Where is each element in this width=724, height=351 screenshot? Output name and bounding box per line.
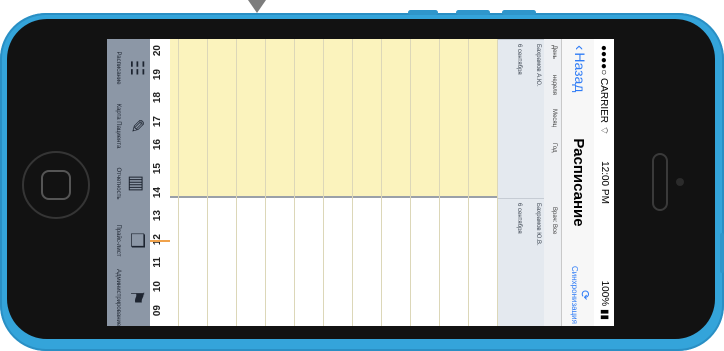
grid-line [236, 39, 237, 326]
hour-label: 20 [152, 45, 163, 57]
hour-label: 17 [152, 115, 163, 127]
refresh-icon: ⟳ [578, 289, 592, 301]
top-marker [248, 0, 266, 13]
doctor-column-headers: Бахрамов А.Ю. 6 сентября Бахрамов Ю.В. 6… [497, 39, 544, 326]
hour-ruler: 091011121314151617181920 [150, 39, 170, 326]
column-header-doctor-2[interactable]: Бахрамов Ю.В. 6 сентября [498, 198, 544, 326]
grid-line [207, 39, 208, 326]
hour-label: 19 [152, 68, 163, 80]
column-doctor-name: Бахрамов А.Ю. [535, 44, 541, 87]
grid-line [439, 39, 440, 326]
current-time-marker [150, 239, 170, 242]
status-bar: ●●●●○ CARRIER ⌔ 12:00 PM 100% ▮▮ [594, 39, 614, 326]
hour-label: 18 [152, 92, 163, 104]
app-canvas: ●●●●○ CARRIER ⌔ 12:00 PM 100% ▮▮ ‹Назад … [107, 39, 614, 326]
column-date: 6 сентября [516, 44, 522, 75]
filter-day[interactable]: День [551, 45, 557, 59]
grid-line [294, 39, 295, 326]
grid-line [410, 39, 411, 326]
column-doctor-name: Бахрамов Ю.В. [535, 203, 541, 246]
book-icon: ▥ [127, 174, 147, 192]
side-button [456, 10, 490, 15]
schedule-grid[interactable] [148, 39, 498, 326]
sync-label: Синхронизация [570, 266, 579, 324]
column-header-doctor-1[interactable]: Бахрамов А.Ю. 6 сентября [498, 39, 544, 197]
toolbar-patient-card-label: Карта Пациента [115, 103, 121, 149]
filter-year[interactable]: Год [551, 143, 557, 153]
hour-label: 09 [152, 304, 163, 316]
speaker-grille [652, 153, 668, 211]
hour-label: 13 [152, 210, 163, 222]
toolbar-patient-card[interactable]: ✎ Карта Пациента [107, 97, 154, 155]
toolbar-reports[interactable]: ▥ Отчетность [107, 155, 154, 212]
grid-line [178, 39, 179, 326]
side-button [408, 10, 438, 15]
toolbar-schedule-label: Расписание [115, 51, 121, 85]
toolbar-reports-label: Отчетность [115, 167, 121, 200]
hour-label: 10 [152, 281, 163, 293]
grid-line [265, 39, 266, 326]
person-walking-icon: ⚑ [127, 289, 147, 306]
battery-label: 100% ▮▮ [599, 280, 610, 320]
filter-week[interactable]: неделя [551, 75, 557, 95]
side-button [720, 233, 724, 273]
filter-month[interactable]: Месяц [551, 109, 557, 127]
hour-label: 14 [152, 186, 163, 198]
calendar-list-icon: ☷ [127, 59, 147, 77]
hour-label: 16 [152, 139, 163, 151]
camera-icon [676, 178, 684, 186]
period-filter-bar: День неделя Месяц Год Врач: Все [544, 39, 561, 326]
column-date: 6 сентября [516, 203, 522, 234]
grid-line [381, 39, 382, 326]
grid-line [468, 39, 469, 326]
pencil-icon: ✎ [127, 118, 147, 134]
toolbar-administration[interactable]: ⚑ Администрирование [107, 269, 154, 326]
phone-screen: ●●●●○ CARRIER ⌔ 12:00 PM 100% ▮▮ ‹Назад … [107, 39, 614, 326]
bottom-toolbar: ☷ Расписание ✎ Карта Пациента ▥ Отчетнос… [107, 39, 154, 326]
side-button [502, 10, 536, 15]
grid-line [323, 39, 324, 326]
toolbar-price-list-label: Прайс-лист [115, 224, 121, 257]
toolbar-administration-label: Администрирование [115, 269, 121, 326]
toolbar-price-list[interactable]: ❐ Прайс-лист [107, 212, 154, 269]
home-button[interactable] [22, 151, 90, 219]
nav-bar: ‹Назад Расписание ⟳ Синхронизация [561, 39, 594, 326]
grid-line [497, 39, 498, 326]
sync-button[interactable]: ⟳ Синхронизация [570, 266, 592, 324]
toolbar-schedule[interactable]: ☷ Расписание [107, 39, 154, 97]
document-stack-icon: ❐ [127, 232, 147, 249]
hour-label: 15 [152, 163, 163, 175]
grid-line [352, 39, 353, 326]
hour-label: 11 [152, 257, 163, 268]
home-square-icon [41, 170, 71, 200]
doctor-filter[interactable]: Врач: Все [551, 207, 557, 234]
